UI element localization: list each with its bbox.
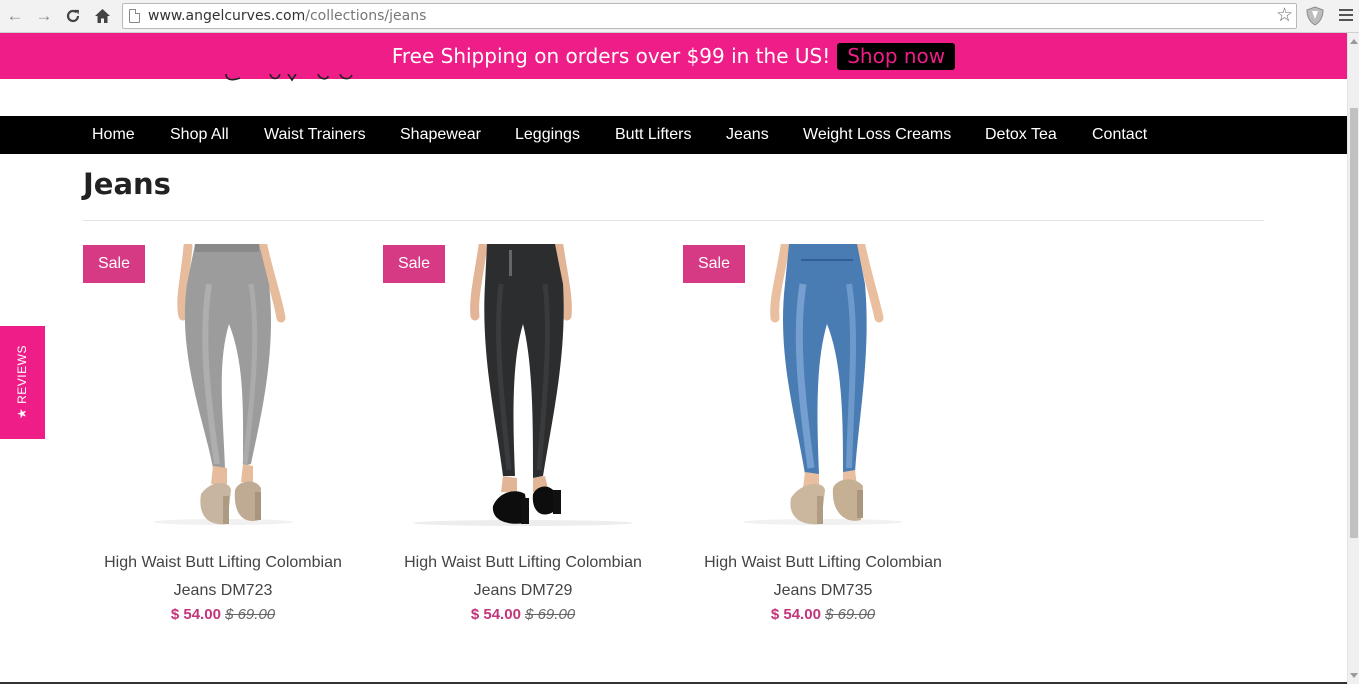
- product-image[interactable]: [683, 244, 963, 526]
- sale-price: $ 54.00: [170, 606, 221, 623]
- sale-badge: Sale: [383, 245, 445, 283]
- reload-icon[interactable]: [62, 5, 84, 27]
- nav-item-weight-loss-creams[interactable]: Weight Loss Creams: [803, 126, 951, 144]
- product-name[interactable]: High Waist Butt Lifting Colombian Jeans …: [683, 549, 963, 605]
- compare-price: $ 69.00: [225, 606, 276, 623]
- main-nav: Home Shop All Waist Trainers Shapewear L…: [0, 116, 1347, 154]
- home-icon[interactable]: [91, 5, 113, 27]
- product-price: $ 54.00 $ 69.00: [383, 605, 663, 625]
- shop-now-button[interactable]: Shop now: [837, 42, 956, 70]
- compare-price: $ 69.00: [525, 606, 576, 623]
- shield-extension-icon[interactable]: [1306, 6, 1324, 26]
- promo-text: Free Shipping on orders over $99 in the …: [391, 44, 831, 68]
- scroll-up-arrow-icon[interactable]: [1350, 39, 1358, 44]
- nav-item-butt-lifters[interactable]: Butt Lifters: [615, 126, 691, 144]
- promo-bar: Free Shipping on orders over $99 in the …: [0, 33, 1347, 79]
- nav-item-contact[interactable]: Contact: [1092, 126, 1147, 144]
- compare-price: $ 69.00: [825, 606, 876, 623]
- nav-item-waist-trainers[interactable]: Waist Trainers: [264, 126, 366, 144]
- logo-fragment[interactable]: [222, 74, 357, 84]
- sale-badge: Sale: [683, 245, 745, 283]
- nav-item-jeans[interactable]: Jeans: [726, 126, 769, 144]
- product-card[interactable]: Sale High Waist Butt Lifting Colombian J…: [383, 244, 663, 644]
- nav-item-detox-tea[interactable]: Detox Tea: [985, 126, 1057, 144]
- product-name[interactable]: High Waist Butt Lifting Colombian Jeans …: [83, 549, 363, 605]
- product-card[interactable]: Sale High Waist Butt Lifting Colombian J…: [83, 244, 363, 644]
- nav-item-home[interactable]: Home: [92, 126, 135, 144]
- reviews-tab[interactable]: ★ REVIEWS: [0, 326, 45, 439]
- back-arrow-icon[interactable]: ←: [4, 5, 26, 27]
- scrollbar-thumb[interactable]: [1350, 108, 1358, 538]
- page-title: Jeans: [83, 167, 171, 201]
- browser-menu-icon[interactable]: [1339, 9, 1353, 23]
- reviews-label: ★ REVIEWS: [15, 345, 29, 419]
- product-price: $ 54.00 $ 69.00: [83, 605, 363, 625]
- page-icon: [129, 9, 140, 23]
- product-card[interactable]: Sale High Waist Butt Lifting Colombian J…: [683, 244, 963, 644]
- browser-toolbar: ← → www.angelcurves.com/collections/jean…: [0, 0, 1359, 33]
- page-scrollbar[interactable]: [1347, 33, 1359, 684]
- nav-item-shop-all[interactable]: Shop All: [170, 126, 229, 144]
- sale-price: $ 54.00: [770, 606, 821, 623]
- nav-item-leggings[interactable]: Leggings: [515, 126, 580, 144]
- product-image[interactable]: [83, 244, 363, 526]
- product-image[interactable]: [383, 244, 663, 526]
- forward-arrow-icon[interactable]: →: [33, 5, 55, 27]
- scroll-down-arrow-icon[interactable]: [1350, 673, 1358, 678]
- url-text: www.angelcurves.com/collections/jeans: [148, 8, 427, 24]
- product-name[interactable]: High Waist Butt Lifting Colombian Jeans …: [383, 549, 663, 605]
- product-price: $ 54.00 $ 69.00: [683, 605, 963, 625]
- sale-badge: Sale: [83, 245, 145, 283]
- nav-item-shapewear[interactable]: Shapewear: [400, 126, 481, 144]
- sale-price: $ 54.00: [470, 606, 521, 623]
- title-divider: [83, 220, 1264, 221]
- address-bar[interactable]: www.angelcurves.com/collections/jeans ☆: [122, 3, 1297, 29]
- bookmark-star-icon[interactable]: ☆: [1276, 5, 1293, 27]
